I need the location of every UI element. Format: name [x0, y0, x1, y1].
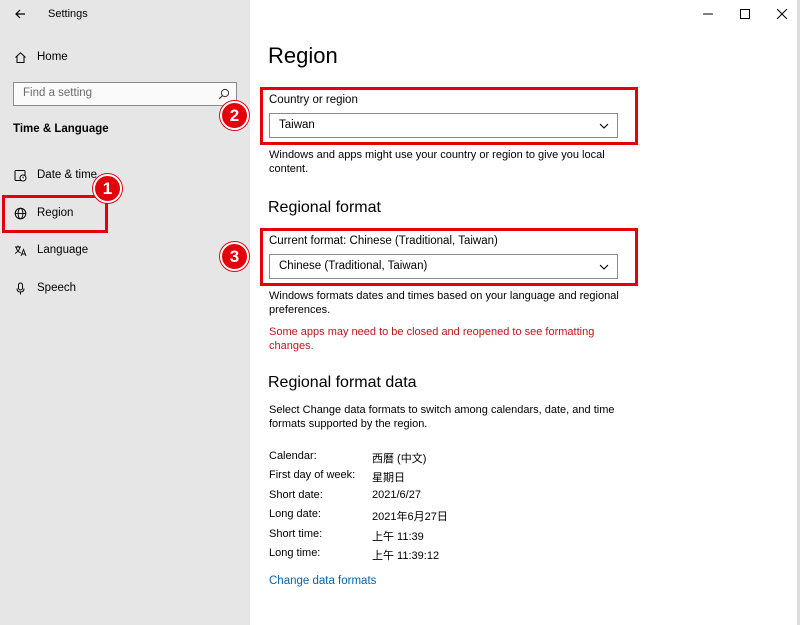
data-row-calendar: Calendar: 西曆 (中文)	[269, 450, 569, 466]
formatting-warning: Some apps may need to be closed and reop…	[269, 326, 595, 352]
page-title: Region	[268, 43, 338, 68]
minimize-icon	[702, 13, 713, 15]
change-data-formats-link[interactable]: Change data formats	[269, 575, 376, 587]
search-icon	[218, 88, 230, 100]
data-key: First day of week:	[269, 469, 356, 481]
country-description: Windows and apps might use your country …	[269, 149, 605, 175]
data-key: Long date:	[269, 508, 321, 520]
sidebar-item-label: Date & time	[37, 169, 98, 181]
data-value: 西曆 (中文)	[372, 453, 427, 465]
step-badge-3: 3	[220, 242, 249, 271]
minimize-button[interactable]	[689, 0, 726, 28]
data-value: 星期日	[372, 472, 405, 484]
data-row-long-date: Long date: 2021年6月27日	[269, 508, 569, 524]
step-badge-1: 1	[93, 174, 122, 203]
calendar-clock-icon	[13, 168, 27, 182]
window-controls	[689, 0, 800, 28]
sidebar-item-speech[interactable]: Speech	[0, 272, 250, 304]
data-row-first-day: First day of week: 星期日	[269, 469, 569, 485]
step-badge-2: 2	[220, 101, 249, 130]
search-input[interactable]: Find a setting	[13, 82, 237, 106]
format-data-description: Select Change data formats to switch amo…	[269, 404, 615, 430]
sidebar-item-home[interactable]: Home	[0, 41, 250, 73]
back-button[interactable]	[8, 2, 32, 26]
data-row-long-time: Long time: 上午 11:39:12	[269, 547, 569, 563]
sidebar-item-label: Speech	[37, 282, 77, 294]
format-data-heading: Regional format data	[268, 374, 417, 391]
highlight-box-country	[260, 87, 638, 145]
sidebar-item-date-time[interactable]: Date & time	[0, 159, 250, 191]
language-icon	[13, 243, 27, 257]
close-button[interactable]	[763, 0, 800, 28]
highlight-box-format	[260, 228, 638, 286]
data-value: 上午 11:39	[372, 531, 424, 543]
regional-format-heading: Regional format	[268, 199, 381, 216]
data-row-short-time: Short time: 上午 11:39	[269, 528, 569, 544]
regional-format-description: Windows formats dates and times based on…	[269, 290, 619, 316]
data-key: Short time:	[269, 528, 323, 540]
section-title: Time & Language	[13, 123, 109, 135]
data-value: 上午 11:39:12	[372, 550, 440, 562]
close-icon	[776, 9, 787, 19]
sidebar-item-label: Home	[37, 51, 68, 63]
maximize-icon	[739, 9, 750, 19]
sidebar: Settings Home Find a setting Time & Lang…	[0, 0, 250, 625]
back-arrow-icon	[15, 9, 25, 19]
sidebar-item-language[interactable]: Language	[0, 234, 250, 266]
highlight-box-region	[2, 195, 108, 233]
maximize-button[interactable]	[726, 0, 763, 28]
data-value: 2021年6月27日	[372, 511, 448, 523]
microphone-icon	[13, 281, 27, 295]
data-value: 2021/6/27	[372, 489, 421, 501]
home-icon	[13, 50, 27, 64]
app-title: Settings	[48, 8, 88, 20]
data-key: Long time:	[269, 547, 321, 559]
sidebar-item-label: Language	[37, 244, 89, 256]
data-key: Short date:	[269, 489, 323, 501]
titlebar-left: Settings	[0, 0, 250, 30]
data-key: Calendar:	[269, 450, 317, 462]
data-row-short-date: Short date: 2021/6/27	[269, 489, 569, 505]
search-placeholder: Find a setting	[23, 87, 93, 99]
